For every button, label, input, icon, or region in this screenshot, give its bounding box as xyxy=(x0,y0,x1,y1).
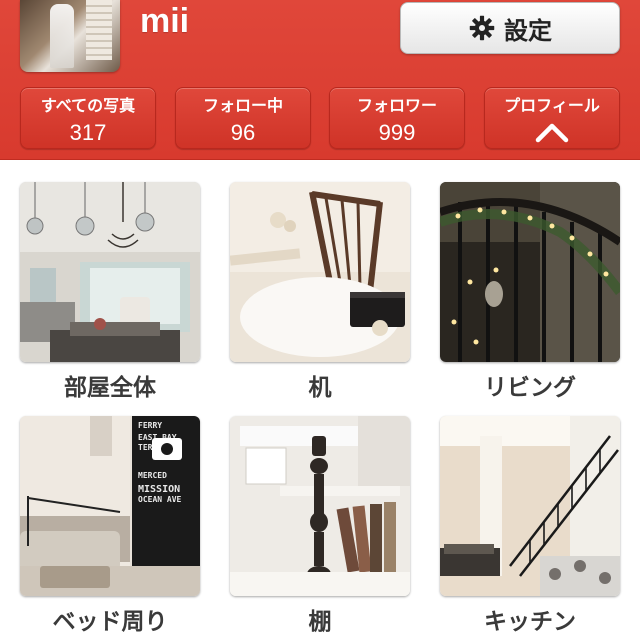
poster-line: MISSION xyxy=(138,484,180,495)
poster-line: FERRY xyxy=(138,421,162,430)
stat-value: 999 xyxy=(378,120,416,145)
album-title: 机 xyxy=(308,375,332,401)
stat-label: すべての写真 xyxy=(40,96,136,115)
album-title: 部屋全体 xyxy=(64,375,156,401)
stat-label: フォロワー xyxy=(356,96,437,115)
kitchen-photo-graphic xyxy=(440,416,620,596)
stat-value: 317 xyxy=(69,120,107,145)
stat-following[interactable]: フォロー中 96 xyxy=(175,87,311,149)
album-tile[interactable]: リビング xyxy=(440,182,620,402)
album-photo-kitchen[interactable] xyxy=(440,416,620,596)
album-tile[interactable]: 部屋全体 xyxy=(20,182,200,402)
settings-button[interactable]: 設定 xyxy=(400,2,620,54)
stat-label: プロフィール xyxy=(504,96,600,115)
album-tile[interactable]: キッチン xyxy=(440,416,620,636)
album-grid: 部屋全体 机 リビング FERRY EAST BAY MERCED MISSIO… xyxy=(20,182,620,640)
room-photo-graphic xyxy=(20,182,200,362)
stat-value: 96 xyxy=(230,120,256,145)
avatar[interactable] xyxy=(20,0,120,72)
bedroom-photo-graphic: FERRY EAST BAY TERMINAL MERCED MISSION O… xyxy=(20,416,200,596)
album-tile[interactable]: FERRY EAST BAY TERMINAL MERCED MISSION O… xyxy=(20,416,200,636)
poster-line: MERCED xyxy=(138,471,167,480)
album-tile[interactable]: 机 xyxy=(230,182,410,402)
gear-icon xyxy=(469,15,495,41)
chevron-up-icon xyxy=(535,123,569,143)
avatar-door-shape xyxy=(86,0,112,60)
poster-line: OCEAN AVE xyxy=(138,495,182,504)
album-title: リビング xyxy=(484,375,576,401)
album-title: ベッド周り xyxy=(52,609,168,635)
stat-label: フォロー中 xyxy=(202,96,283,115)
album-title: キッチン xyxy=(484,609,576,635)
album-photo-living[interactable] xyxy=(440,182,620,362)
desk-photo-graphic xyxy=(230,182,410,362)
album-photo-bedroom[interactable]: FERRY EAST BAY TERMINAL MERCED MISSION O… xyxy=(20,416,200,596)
living-photo-graphic xyxy=(440,182,620,362)
settings-label: 設定 xyxy=(504,16,552,45)
profile-header: mii 設定 すべての写真 317 フォロー中 96 フォロワー 999 プロフ… xyxy=(0,0,640,160)
stat-all-photos[interactable]: すべての写真 317 xyxy=(20,87,156,149)
album-photo-desk[interactable] xyxy=(230,182,410,362)
username: mii xyxy=(140,2,190,40)
album-tile[interactable]: 棚 xyxy=(230,416,410,636)
album-photo-room[interactable] xyxy=(20,182,200,362)
stats-bar: すべての写真 317 フォロー中 96 フォロワー 999 プロフィール xyxy=(20,87,620,149)
stat-followers[interactable]: フォロワー 999 xyxy=(329,87,465,149)
avatar-dress-shape xyxy=(50,4,74,68)
album-photo-shelf[interactable] xyxy=(230,416,410,596)
shelf-photo-graphic xyxy=(230,416,410,596)
stat-profile[interactable]: プロフィール xyxy=(484,87,620,149)
album-title: 棚 xyxy=(308,609,332,635)
